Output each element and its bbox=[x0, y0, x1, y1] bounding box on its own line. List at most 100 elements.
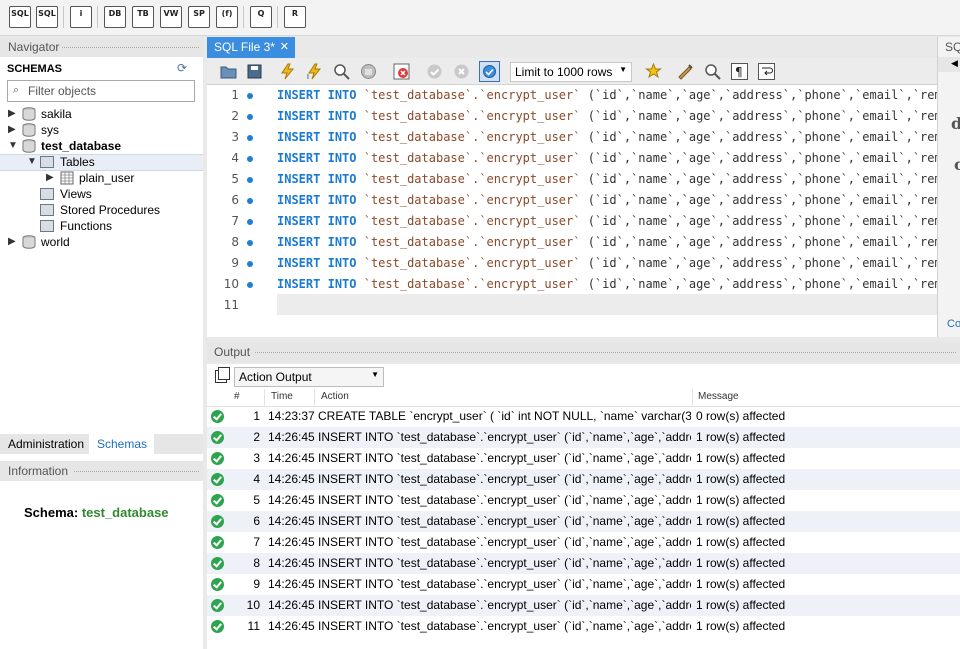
new-sql-tab-icon[interactable]: SQL bbox=[9, 6, 31, 28]
code-line[interactable]: 7 INSERT INTO `test_database`.`encrypt_us… bbox=[207, 211, 937, 232]
tree-item-sys[interactable]: ▶ sys bbox=[8, 123, 198, 139]
reconnect-icon[interactable]: R bbox=[284, 6, 306, 28]
open-file-icon[interactable] bbox=[220, 63, 237, 80]
sql-statement: INSERT INTO `test_database`.`encrypt_use… bbox=[277, 130, 937, 144]
inspector-icon[interactable]: i bbox=[70, 6, 92, 28]
output-row[interactable]: 5 14:26:45 INSERT INTO `test_database`.`en… bbox=[207, 490, 960, 511]
output-row[interactable]: 6 14:26:45 INSERT INTO `test_database`.`en… bbox=[207, 511, 960, 532]
code-line[interactable]: 5 INSERT INTO `test_database`.`encrypt_us… bbox=[207, 169, 937, 190]
word-wrap-icon[interactable] bbox=[758, 63, 775, 80]
tree-item-views[interactable]: Views bbox=[27, 187, 197, 203]
beautify-icon[interactable] bbox=[677, 63, 694, 80]
statement-marker-icon bbox=[247, 156, 253, 162]
sql-statement: INSERT INTO `test_database`.`encrypt_use… bbox=[277, 88, 937, 102]
output-row[interactable]: 1 14:23:37 CREATE TABLE `encrypt_user` ( `… bbox=[207, 406, 960, 427]
sql-editor[interactable]: 1 INSERT INTO `test_database`.`encrypt_us… bbox=[207, 85, 937, 337]
tab-administration[interactable]: Administration bbox=[0, 434, 92, 454]
schema-info-label: Schema: bbox=[24, 505, 79, 520]
expand-arrow-icon[interactable]: ▶ bbox=[8, 236, 16, 247]
output-mode-select[interactable]: Action Output ▼ bbox=[234, 367, 384, 387]
tree-item-plain-user[interactable]: ▶ plain_user bbox=[46, 171, 196, 187]
commit-icon[interactable] bbox=[426, 63, 443, 80]
create-table-icon[interactable]: TB bbox=[132, 6, 154, 28]
search-table-data-icon[interactable]: Q bbox=[250, 6, 272, 28]
output-cell-num: 1 bbox=[253, 409, 260, 423]
tree-item-world[interactable]: ▶ world bbox=[8, 235, 198, 251]
output-row[interactable]: 8 14:26:45 INSERT INTO `test_database`.`en… bbox=[207, 553, 960, 574]
statement-marker-icon bbox=[247, 114, 253, 120]
line-number: 7 bbox=[231, 214, 239, 228]
code-line[interactable]: 11 bbox=[207, 295, 937, 316]
collapse-arrow-icon[interactable]: ▼ bbox=[8, 140, 18, 151]
output-cell-num: 10 bbox=[246, 598, 260, 612]
tree-item-sakila[interactable]: ▶ sakila bbox=[8, 107, 198, 123]
sql-statement: INSERT INTO `test_database`.`encrypt_use… bbox=[277, 172, 937, 186]
tree-item-functions[interactable]: Functions bbox=[27, 219, 197, 235]
column-divider bbox=[314, 389, 315, 407]
save-icon[interactable] bbox=[246, 63, 263, 80]
output-row[interactable]: 4 14:26:45 INSERT INTO `test_database`.`en… bbox=[207, 469, 960, 490]
create-procedure-icon[interactable]: SP bbox=[188, 6, 210, 28]
code-line[interactable]: 1 INSERT INTO `test_database`.`encrypt_us… bbox=[207, 85, 937, 106]
output-row[interactable]: 7 14:26:45 INSERT INTO `test_database`.`en… bbox=[207, 532, 960, 553]
close-icon[interactable]: ✕ bbox=[280, 40, 289, 53]
refresh-icon[interactable]: ⟳ bbox=[177, 61, 187, 75]
sql-text: (`id`,`name`,`age`,`address`,`phone`,`em… bbox=[580, 235, 937, 249]
output-row[interactable]: 9 14:26:45 INSERT INTO `test_database`.`en… bbox=[207, 574, 960, 595]
stop-icon[interactable] bbox=[360, 63, 377, 80]
column-header-action[interactable]: Action bbox=[321, 391, 349, 402]
tab-sql-file[interactable]: SQL File 3* ✕ bbox=[207, 37, 295, 58]
expand-arrow-icon[interactable]: ▶ bbox=[46, 172, 54, 183]
find-icon[interactable] bbox=[704, 63, 721, 80]
code-line[interactable]: 9 INSERT INTO `test_database`.`encrypt_us… bbox=[207, 253, 937, 274]
execute-current-icon[interactable]: I bbox=[306, 63, 323, 80]
tree-item-tables[interactable]: ▼ Tables bbox=[27, 155, 197, 171]
sql-keyword: INTO bbox=[327, 151, 357, 165]
create-function-icon[interactable]: (f) bbox=[216, 6, 238, 28]
limit-rows-select[interactable]: Limit to 1000 rows ▼ bbox=[510, 62, 632, 82]
sql-statement: INSERT INTO `test_database`.`encrypt_use… bbox=[277, 235, 937, 249]
copy-icon[interactable] bbox=[215, 367, 230, 383]
column-header-time[interactable]: Time bbox=[271, 391, 293, 402]
add-snippet-icon[interactable] bbox=[645, 63, 662, 80]
code-line[interactable]: 10 INSERT INTO `test_database`.`encrypt_u… bbox=[207, 274, 937, 295]
output-row[interactable]: 2 14:26:45 INSERT INTO `test_database`.`en… bbox=[207, 427, 960, 448]
context-help-tab[interactable]: Co bbox=[947, 318, 960, 330]
output-cell-action: INSERT INTO `test_database`.`encrypt_use… bbox=[318, 472, 691, 486]
output-row[interactable]: 3 14:26:45 INSERT INTO `test_database`.`en… bbox=[207, 448, 960, 469]
code-line[interactable]: 4 INSERT INTO `test_database`.`encrypt_us… bbox=[207, 148, 937, 169]
invisible-chars-icon[interactable]: ¶ bbox=[731, 63, 748, 80]
code-line[interactable]: 6 INSERT INTO `test_database`.`encrypt_us… bbox=[207, 190, 937, 211]
column-header-number[interactable]: # bbox=[234, 391, 240, 402]
main-toolbar: SQL SQL i DB TB VW SP (f) Q R bbox=[0, 0, 960, 36]
sql-keyword: INTO bbox=[327, 277, 357, 291]
code-line[interactable]: 8 INSERT INTO `test_database`.`encrypt_us… bbox=[207, 232, 937, 253]
expand-arrow-icon[interactable]: ▶ bbox=[8, 124, 16, 135]
collapse-arrow-icon[interactable]: ▼ bbox=[27, 156, 37, 167]
filter-objects-input[interactable] bbox=[28, 83, 188, 99]
views-folder-icon bbox=[40, 188, 54, 200]
code-line[interactable]: 2 INSERT INTO `test_database`.`encrypt_us… bbox=[207, 106, 937, 127]
explain-icon[interactable] bbox=[333, 63, 350, 80]
toggle-error-icon[interactable] bbox=[393, 63, 410, 80]
output-row[interactable]: 10 14:26:45 INSERT INTO `test_database`.`e… bbox=[207, 595, 960, 616]
code-line[interactable]: 3 INSERT INTO `test_database`.`encrypt_us… bbox=[207, 127, 937, 148]
rollback-icon[interactable] bbox=[453, 63, 470, 80]
tree-item-test-database[interactable]: ▼ test_database bbox=[8, 139, 198, 155]
statement-marker-icon bbox=[247, 240, 253, 246]
tree-item-stored-procedures[interactable]: Stored Procedures bbox=[27, 203, 197, 219]
tab-schemas[interactable]: Schemas bbox=[89, 434, 155, 454]
output-row[interactable]: 11 14:26:45 INSERT INTO `test_database`.`e… bbox=[207, 616, 960, 637]
expand-arrow-icon[interactable]: ▶ bbox=[8, 108, 16, 119]
information-header: Information bbox=[0, 461, 203, 481]
create-schema-icon[interactable]: DB bbox=[104, 6, 126, 28]
chevron-left-icon[interactable]: ◀ bbox=[951, 58, 958, 69]
execute-icon[interactable] bbox=[279, 63, 296, 80]
create-view-icon[interactable]: VW bbox=[160, 6, 182, 28]
autocommit-icon[interactable] bbox=[479, 61, 500, 82]
open-sql-script-icon[interactable]: SQL bbox=[36, 6, 58, 28]
column-header-message[interactable]: Message bbox=[698, 391, 739, 402]
